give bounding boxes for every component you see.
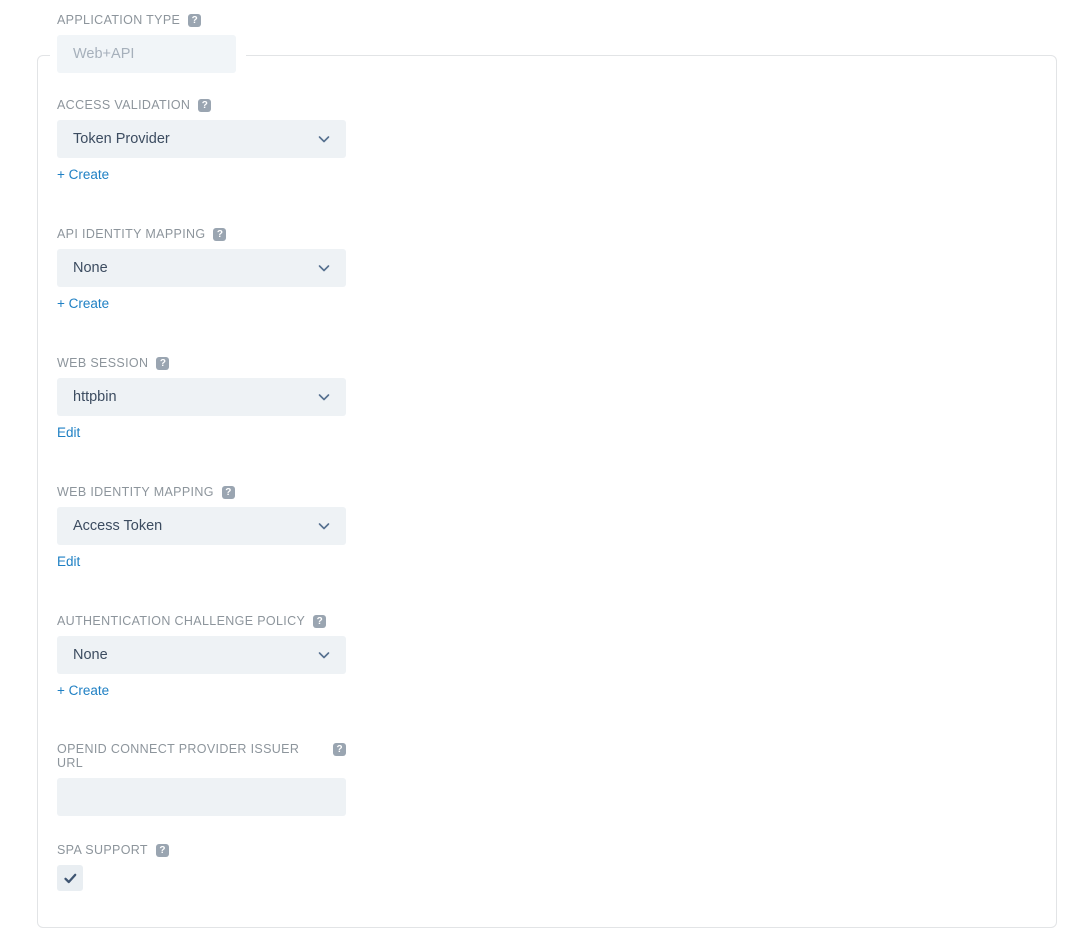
application-type-label: APPLICATION TYPE [57, 13, 181, 27]
help-circle-icon-spa-support[interactable]: ? [155, 844, 169, 857]
field-spa-support: SPA SUPPORT ? [57, 843, 169, 891]
api-identity-mapping-create-link[interactable]: + Create [57, 296, 109, 311]
chevron-down-icon-authentication-challenge-policy [318, 649, 330, 661]
access-validation-create-link[interactable]: + Create [57, 167, 109, 182]
web-identity-mapping-value: Access Token [73, 518, 163, 534]
label-row-authentication-challenge-policy: AUTHENTICATION CHALLENGE POLICY ? [57, 614, 346, 628]
web-session-value: httpbin [73, 389, 117, 405]
spa-support-checkbox[interactable] [57, 865, 83, 891]
field-openid-connect-provider-issuer-url: OPENID CONNECT PROVIDER ISSUER URL ? [57, 742, 346, 816]
help-circle-icon-access-validation[interactable]: ? [198, 99, 212, 112]
checkmark-icon [63, 873, 76, 883]
web-session-edit-link[interactable]: Edit [57, 425, 80, 440]
access-validation-value: Token Provider [73, 131, 170, 147]
field-application-type: APPLICATION TYPE ? Web+API [57, 13, 236, 73]
openid-connect-provider-issuer-url-input[interactable] [57, 778, 346, 816]
label-row-application-type: APPLICATION TYPE ? [57, 13, 236, 27]
authentication-challenge-policy-create-link[interactable]: + Create [57, 683, 109, 698]
authentication-challenge-policy-select[interactable]: None [57, 636, 346, 674]
access-validation-select[interactable]: Token Provider [57, 120, 346, 158]
label-row-web-identity-mapping: WEB IDENTITY MAPPING ? [57, 485, 346, 499]
field-web-identity-mapping: WEB IDENTITY MAPPING ? Access Token Edit [57, 485, 346, 571]
api-identity-mapping-select[interactable]: None [57, 249, 346, 287]
web-session-select[interactable]: httpbin [57, 378, 346, 416]
help-circle-icon-openid-connect-provider-issuer-url[interactable]: ? [333, 743, 346, 756]
chevron-down-icon-api-identity-mapping [318, 262, 330, 274]
openid-connect-provider-issuer-url-label: OPENID CONNECT PROVIDER ISSUER URL [57, 742, 300, 770]
label-row-access-validation: ACCESS VALIDATION ? [57, 98, 346, 112]
field-web-session: WEB SESSION ? httpbin Edit [57, 356, 346, 442]
field-api-identity-mapping: API IDENTITY MAPPING ? None + Create [57, 227, 346, 313]
authentication-challenge-policy-value: None [73, 647, 108, 663]
chevron-down-icon-access-validation [318, 133, 330, 145]
api-identity-mapping-value: None [73, 260, 108, 276]
label-row-web-session: WEB SESSION ? [57, 356, 346, 370]
api-identity-mapping-label: API IDENTITY MAPPING [57, 227, 206, 241]
help-circle-icon-application-type[interactable]: ? [188, 14, 202, 27]
label-row-spa-support: SPA SUPPORT ? [57, 843, 169, 857]
label-row-api-identity-mapping: API IDENTITY MAPPING ? [57, 227, 346, 241]
chevron-down-icon-web-identity-mapping [318, 520, 330, 532]
web-identity-mapping-label: WEB IDENTITY MAPPING [57, 485, 214, 499]
access-validation-label: ACCESS VALIDATION [57, 98, 191, 112]
field-access-validation: ACCESS VALIDATION ? Token Provider + Cre… [57, 98, 346, 184]
web-identity-mapping-select[interactable]: Access Token [57, 507, 346, 545]
web-identity-mapping-edit-link[interactable]: Edit [57, 554, 80, 569]
help-circle-icon-authentication-challenge-policy[interactable]: ? [313, 615, 327, 628]
help-circle-icon-api-identity-mapping[interactable]: ? [213, 228, 227, 241]
field-authentication-challenge-policy: AUTHENTICATION CHALLENGE POLICY ? None +… [57, 614, 346, 700]
authentication-challenge-policy-label: AUTHENTICATION CHALLENGE POLICY [57, 614, 306, 628]
help-circle-icon-web-identity-mapping[interactable]: ? [221, 486, 235, 499]
application-type-value: Web+API [73, 46, 135, 62]
application-config-page: APPLICATION TYPE ? Web+API ACCESS VALIDA… [0, 0, 1070, 940]
chevron-down-icon-web-session [318, 391, 330, 403]
label-row-openid-connect-provider-issuer-url: OPENID CONNECT PROVIDER ISSUER URL ? [57, 742, 346, 770]
web-session-label: WEB SESSION [57, 356, 149, 370]
help-circle-icon-web-session[interactable]: ? [156, 357, 170, 370]
application-type-input[interactable]: Web+API [57, 35, 236, 73]
spa-support-label: SPA SUPPORT [57, 843, 148, 857]
